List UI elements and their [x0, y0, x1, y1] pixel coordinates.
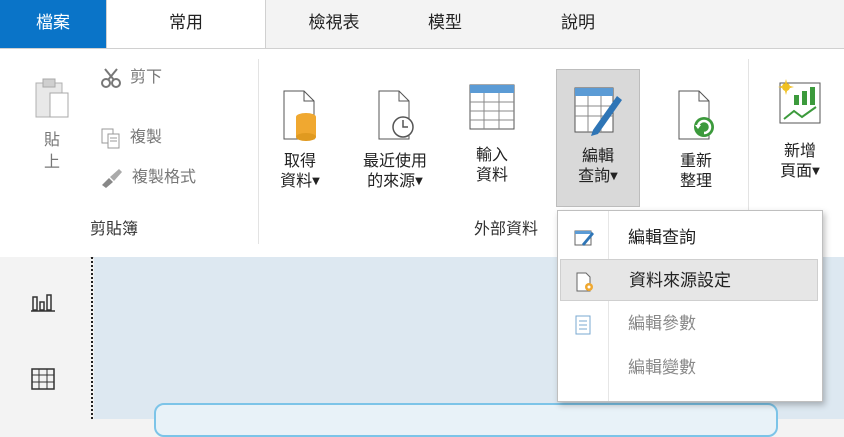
refresh-button[interactable]: 重新 整理 [664, 89, 728, 191]
clipboard-group-label: 剪貼簿 [90, 219, 139, 238]
cut-button[interactable]: 剪下 [100, 65, 162, 89]
copy-icon [101, 128, 120, 148]
tab-file[interactable]: 檔案 [0, 0, 106, 48]
group-divider [258, 59, 259, 244]
tab-help[interactable]: 說明 [548, 0, 608, 48]
cut-label: 剪下 [130, 67, 163, 86]
parameters-icon [575, 315, 591, 335]
chevron-down-icon: ▼ [610, 171, 618, 182]
tab-view[interactable]: 檢視表 [284, 0, 384, 48]
format-painter-button[interactable]: 複製格式 [100, 165, 196, 189]
edit-queries-icon [574, 87, 622, 136]
menu-item-label: 編輯變數 [628, 358, 696, 378]
recent-sources-icon [378, 90, 414, 140]
table-icon [469, 84, 515, 130]
page-border [91, 257, 93, 419]
enter-data-button[interactable]: 輸入 資料 [460, 83, 524, 185]
get-data-label-2: 資料 [280, 171, 313, 190]
enter-data-label-1: 輸入 [475, 145, 508, 164]
chevron-down-icon: ▼ [312, 176, 320, 187]
recent-sources-label-1: 最近使用 [362, 151, 427, 170]
paste-icon [35, 78, 69, 118]
copy-label: 複製 [130, 127, 163, 146]
recent-sources-button[interactable]: 最近使用 的來源▼ [350, 89, 440, 192]
refresh-label-2: 整理 [679, 171, 712, 190]
format-painter-label: 複製格式 [132, 167, 197, 186]
new-page-icon [778, 79, 821, 124]
report-view-icon[interactable] [30, 289, 56, 317]
get-data-button[interactable]: 取得 資料▼ [268, 89, 332, 192]
data-source-settings-icon [576, 272, 593, 292]
external-data-group-label: 外部資料 [474, 219, 539, 238]
enter-data-label-2: 資料 [475, 165, 508, 184]
tab-modeling[interactable]: 模型 [410, 0, 480, 48]
get-data-label-1: 取得 [283, 151, 316, 170]
paste-label-1: 貼 [43, 130, 60, 149]
edit-queries-label-2: 查詢 [578, 166, 611, 185]
tab-home[interactable]: 常用 [106, 0, 266, 49]
menu-item-label: 編輯參數 [628, 314, 696, 334]
menu-item-label: 資料來源設定 [629, 271, 731, 291]
menu-item-edit-variables[interactable]: 編輯變數 [560, 347, 818, 389]
brush-icon [102, 168, 122, 188]
chevron-down-icon: ▼ [812, 166, 820, 177]
data-view-icon[interactable] [30, 367, 56, 395]
edit-queries-icon [574, 230, 594, 246]
edit-queries-button[interactable]: 編輯 查詢▼ [556, 69, 640, 207]
menu-item-edit-parameters[interactable]: 編輯參數 [560, 303, 818, 345]
menu-item-label: 編輯查詢 [628, 228, 696, 248]
recent-sources-label-2: 的來源 [367, 171, 416, 190]
paste-label-2: 上 [43, 152, 60, 171]
edit-queries-label-1: 編輯 [581, 146, 614, 165]
edit-queries-dropdown-menu: 編輯查詢 資料來源設定 編輯參數 編輯變數 [557, 210, 823, 402]
refresh-icon [678, 90, 714, 140]
scissors-icon [101, 67, 121, 88]
paste-button[interactable]: 貼 上 [22, 77, 82, 173]
new-page-label-1: 新增 [783, 141, 816, 160]
get-data-icon [283, 90, 316, 141]
new-page-label-2: 頁面 [780, 161, 813, 180]
menu-item-edit-queries[interactable]: 編輯查詢 [560, 217, 818, 259]
new-page-button[interactable]: 新增 頁面▼ [760, 77, 840, 182]
view-switcher [0, 257, 90, 419]
visual-placeholder [154, 403, 778, 437]
menu-item-data-source-settings[interactable]: 資料來源設定 [560, 259, 818, 301]
ribbon-tab-bar: 檔案 常用 檢視表 模型 說明 [0, 0, 844, 49]
chevron-down-icon: ▼ [415, 176, 423, 187]
refresh-label-1: 重新 [679, 151, 712, 170]
copy-button[interactable]: 複製 [100, 125, 162, 149]
